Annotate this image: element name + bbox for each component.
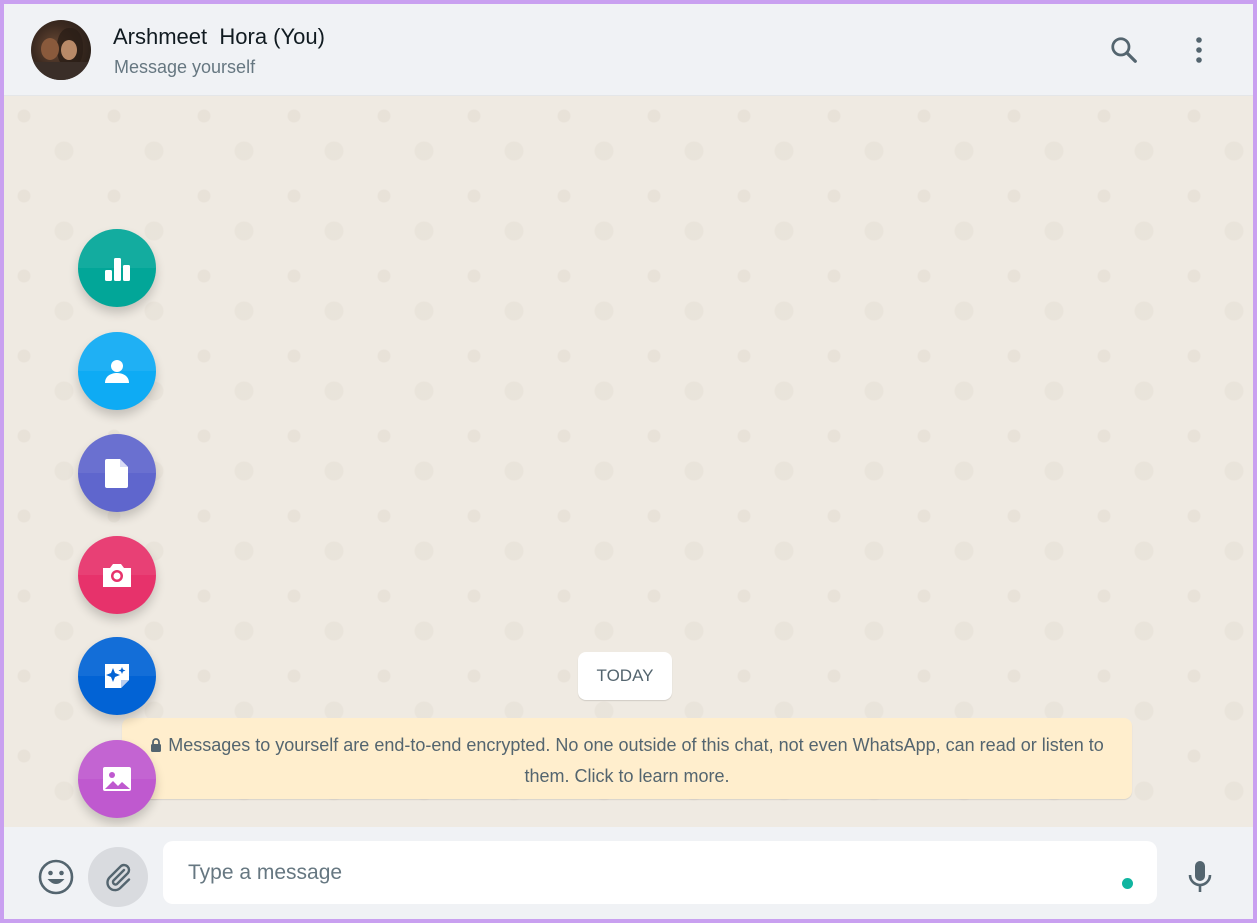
menu-button[interactable] [1179, 30, 1219, 70]
emoji-button[interactable] [34, 855, 78, 899]
camera-icon [103, 564, 131, 587]
chat-header: Arshmeet Hora (You) Message yourself [4, 4, 1253, 96]
message-composer [4, 827, 1253, 919]
voice-message-button[interactable] [1180, 855, 1220, 899]
avatar-photo-detail [31, 62, 91, 80]
paperclip-icon [106, 863, 131, 892]
poll-chart-icon [105, 258, 130, 281]
date-divider: TODAY [578, 652, 672, 700]
search-icon [1111, 37, 1137, 63]
kebab-menu-icon [1196, 37, 1202, 63]
contact-name[interactable]: Arshmeet Hora (You) [113, 24, 325, 50]
attach-button[interactable] [88, 847, 148, 907]
attach-photos-videos-button[interactable] [78, 740, 156, 818]
search-button[interactable] [1104, 30, 1144, 70]
encryption-notice[interactable]: Messages to yourself are end-to-end encr… [122, 718, 1132, 799]
attach-contact-button[interactable] [78, 332, 156, 410]
message-input[interactable] [163, 841, 1157, 904]
sticker-icon [105, 664, 129, 688]
attach-camera-button[interactable] [78, 536, 156, 614]
emoji-icon [38, 859, 74, 895]
contact-avatar[interactable] [31, 20, 91, 80]
contact-person-icon [105, 360, 129, 383]
attach-sticker-button[interactable] [78, 637, 156, 715]
contact-subtitle: Message yourself [114, 57, 256, 77]
encryption-notice-text: Messages to yourself are end-to-end encr… [168, 735, 1104, 786]
avatar-photo-detail [41, 38, 59, 60]
avatar-photo-detail [61, 40, 77, 60]
message-list: TODAY Messages to yourself are end-to-en… [4, 96, 1253, 827]
whatsapp-chat-window: Arshmeet Hora (You) Message yourself TOD… [4, 4, 1253, 919]
attach-document-button[interactable] [78, 434, 156, 512]
document-icon [105, 459, 128, 488]
image-icon [103, 767, 131, 791]
status-indicator-dot [1122, 878, 1133, 889]
attach-poll-button[interactable] [78, 229, 156, 307]
microphone-icon [1188, 861, 1212, 892]
